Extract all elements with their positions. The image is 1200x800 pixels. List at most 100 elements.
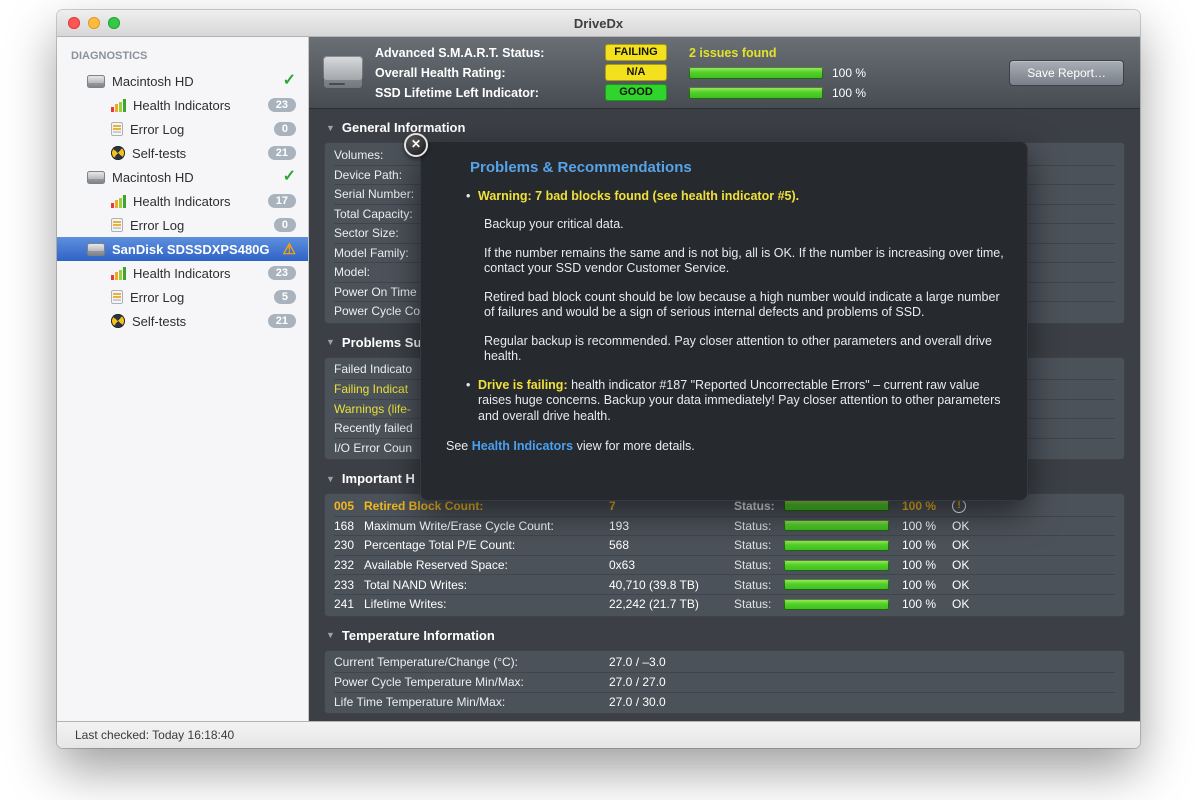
indicator-name: Maximum Write/Erase Cycle Count: <box>364 519 609 533</box>
temperature-value: 27.0 / 30.0 <box>609 695 666 709</box>
indicator-percent: 100 % <box>902 558 952 572</box>
health-indicators-icon <box>111 267 126 280</box>
popover-title: Problems & Recommendations <box>470 160 1004 176</box>
ok-check-icon: ✓ <box>283 169 296 185</box>
section-header-general[interactable]: ▼ General Information <box>324 109 1125 142</box>
sidebar-item-label: Health Indicators <box>133 194 268 209</box>
sidebar-item-label: SanDisk SDSSDXPS480G <box>112 242 283 257</box>
indicator-name: Available Reserved Space: <box>364 558 609 572</box>
popover-warning-bullet: • Warning: 7 bad blocks found (see healt… <box>466 189 1004 205</box>
sidebar-item-health-indicators[interactable]: Health Indicators 17 <box>57 189 308 213</box>
section-title: Problems Su <box>342 335 421 350</box>
sidebar-item-health-indicators[interactable]: Health Indicators 23 <box>57 93 308 117</box>
important-indicators-box: 005 Retired Block Count: 7 Status: 100 %… <box>324 493 1125 617</box>
footer-prefix-text: See <box>446 439 472 453</box>
sidebar-item-self-tests[interactable]: Self-tests 21 <box>57 141 308 165</box>
error-log-icon <box>111 218 123 232</box>
sidebar-item-error-log[interactable]: Error Log 5 <box>57 285 308 309</box>
sidebar-item-drive[interactable]: Macintosh HD ✓ <box>57 165 308 189</box>
drive-icon <box>87 75 105 88</box>
temperature-information-box: Current Temperature/Change (°C): 27.0 / … <box>324 650 1125 715</box>
indicator-state: OK <box>952 578 982 592</box>
sidebar-item-drive[interactable]: Macintosh HD ✓ <box>57 69 308 93</box>
indicator-progress-bar <box>784 500 889 511</box>
indicator-progress-bar <box>784 540 889 551</box>
window-controls <box>68 17 120 29</box>
indicator-raw-value: 0x63 <box>609 558 734 572</box>
indicator-id: 241 <box>334 597 364 611</box>
indicator-row: 233 Total NAND Writes: 40,710 (39.8 TB) … <box>334 574 1115 594</box>
indicator-row: 230 Percentage Total P/E Count: 568 Stat… <box>334 535 1115 555</box>
zoom-window-button[interactable] <box>108 17 120 29</box>
sidebar-item-label: Error Log <box>130 218 274 233</box>
indicator-percent: 100 % <box>902 538 952 552</box>
indicator-state: OK <box>952 538 982 552</box>
sidebar-item-error-log[interactable]: Error Log 0 <box>57 213 308 237</box>
count-badge: 0 <box>274 218 296 232</box>
disclosure-triangle-icon[interactable]: ▼ <box>326 630 335 640</box>
health-indicators-link[interactable]: Health Indicators <box>472 439 573 453</box>
minimize-window-button[interactable] <box>88 17 100 29</box>
indicator-progress-bar <box>784 579 889 590</box>
drive-icon <box>87 243 105 256</box>
app-window: DriveDx DIAGNOSTICS Macintosh HD ✓ Healt… <box>57 10 1140 748</box>
count-badge: 21 <box>268 314 296 328</box>
indicator-progress-bar <box>784 560 889 571</box>
indicator-id: 232 <box>334 558 364 572</box>
count-badge: 21 <box>268 146 296 160</box>
indicator-row: 232 Available Reserved Space: 0x63 Statu… <box>334 555 1115 575</box>
smart-status-label: Advanced S.M.A.R.T. Status: <box>375 46 605 60</box>
indicator-id: 168 <box>334 519 364 533</box>
ssd-lifetime-badge: GOOD <box>605 84 667 101</box>
indicator-raw-value: 22,242 (21.7 TB) <box>609 597 734 611</box>
main-panel: Advanced S.M.A.R.T. Status: FAILING 2 is… <box>309 37 1140 721</box>
indicator-state: OK <box>952 597 982 611</box>
status-label: Status: <box>734 558 784 572</box>
indicator-id: 233 <box>334 578 364 592</box>
save-report-button[interactable]: Save Report… <box>1009 60 1124 86</box>
section-header-temperature[interactable]: ▼ Temperature Information <box>324 617 1125 650</box>
sidebar-item-drive-selected[interactable]: SanDisk SDSSDXPS480G ⚠ <box>57 237 308 261</box>
health-indicators-icon <box>111 99 126 112</box>
status-label: Status: <box>734 578 784 592</box>
close-window-button[interactable] <box>68 17 80 29</box>
indicator-progress-bar <box>784 599 889 610</box>
close-icon[interactable]: ✕ <box>404 133 428 157</box>
health-indicators-icon <box>111 195 126 208</box>
error-log-icon <box>111 290 123 304</box>
indicator-name: Lifetime Writes: <box>364 597 609 611</box>
section-title: Temperature Information <box>342 628 495 643</box>
status-label: Status: <box>734 597 784 611</box>
temperature-row: Power Cycle Temperature Min/Max: 27.0 / … <box>334 672 1115 692</box>
count-badge: 23 <box>268 266 296 280</box>
status-label: Status: <box>734 519 784 533</box>
sidebar-item-label: Self-tests <box>132 146 268 161</box>
disclosure-triangle-icon[interactable]: ▼ <box>326 474 335 484</box>
bullet-dot: • <box>466 189 478 205</box>
ok-check-icon: ✓ <box>283 73 296 89</box>
temperature-value: 27.0 / –3.0 <box>609 655 666 669</box>
sidebar-item-label: Self-tests <box>132 314 268 329</box>
disclosure-triangle-icon[interactable]: ▼ <box>326 337 335 347</box>
temperature-row: Life Time Temperature Min/Max: 27.0 / 30… <box>334 692 1115 712</box>
sidebar-item-self-tests[interactable]: Self-tests 21 <box>57 309 308 333</box>
sidebar-item-health-indicators[interactable]: Health Indicators 23 <box>57 261 308 285</box>
popover-failing-bullet: • Drive is failing: health indicator #18… <box>466 378 1004 425</box>
window-title: DriveDx <box>574 16 623 31</box>
health-rating-badge: N/A <box>605 64 667 81</box>
sidebar-item-label: Macintosh HD <box>112 74 283 89</box>
warning-lead-text: Warning: 7 bad blocks found (see health … <box>478 189 799 205</box>
ssd-lifetime-label: SSD Lifetime Left Indicator: <box>375 86 605 100</box>
bullet-dot: • <box>466 378 478 425</box>
sidebar-item-label: Error Log <box>130 290 274 305</box>
sidebar-section-label: DIAGNOSTICS <box>71 50 308 62</box>
indicator-state: OK <box>952 519 982 533</box>
health-rating-progress-bar <box>689 67 823 79</box>
temperature-label: Life Time Temperature Min/Max: <box>334 695 609 709</box>
footer-suffix-text: view for more details. <box>573 439 695 453</box>
indicator-id: 230 <box>334 538 364 552</box>
disclosure-triangle-icon[interactable]: ▼ <box>326 123 335 133</box>
popover-paragraph: Backup your critical data. <box>484 217 1004 233</box>
sidebar-item-error-log[interactable]: Error Log 0 <box>57 117 308 141</box>
count-badge: 17 <box>268 194 296 208</box>
